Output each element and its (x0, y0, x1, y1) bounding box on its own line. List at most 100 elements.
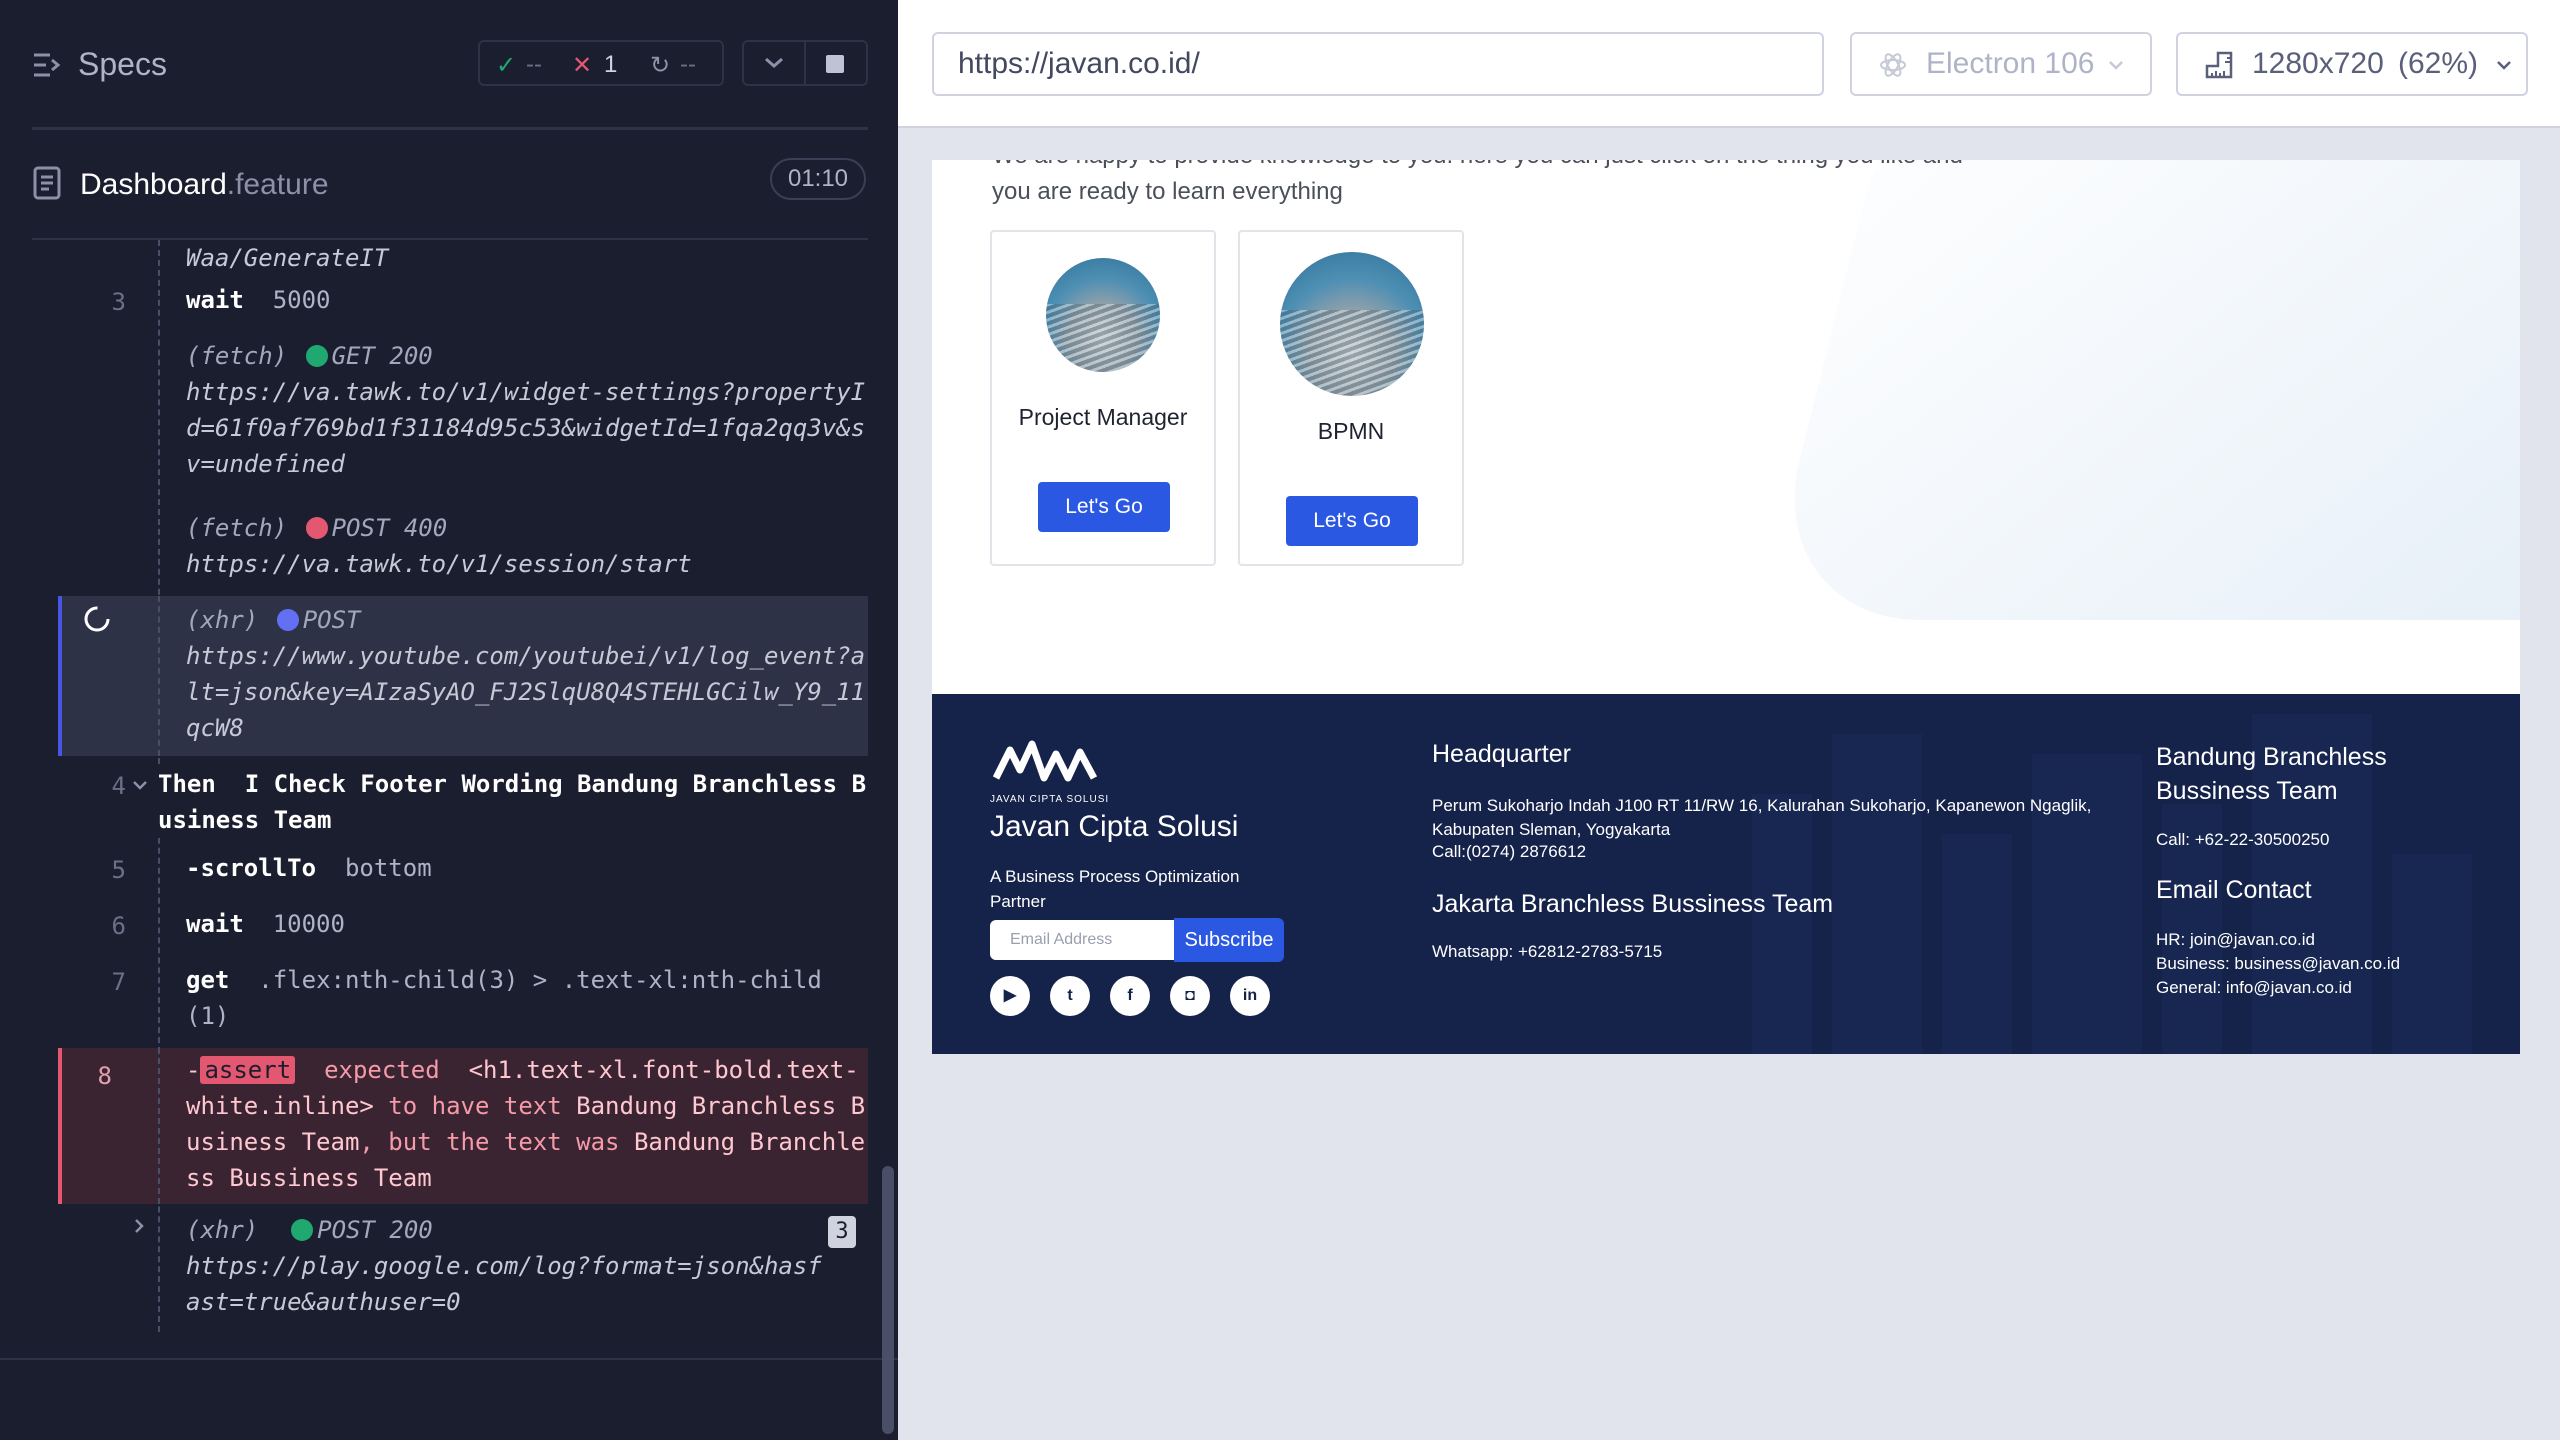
request-type: (xhr) (186, 1216, 259, 1244)
divider (0, 1358, 898, 1360)
course-card-bpmn[interactable]: BPMN Let's Go (1238, 230, 1464, 566)
request-url: https://www.youtube.com/youtubei/v1/log_… (186, 642, 866, 742)
aut-header: https://javan.co.id/ Electron 106 1280x7… (898, 0, 2560, 128)
course-card-project-manager[interactable]: Project Manager Let's Go (990, 230, 1216, 566)
hq-address: Perum Sukoharjo Indah J100 RT 11/RW 16, … (1432, 796, 2092, 839)
reporter-panel: Specs ✓ -- ✕ 1 ↻ -- Dashboard.feature 01… (0, 0, 898, 1440)
command-row-wait[interactable]: wait 10000 (186, 906, 345, 942)
command-row-wait[interactable]: wait 5000 (186, 282, 331, 318)
pending-count: -- (680, 51, 696, 78)
email-input[interactable]: Email Address (990, 920, 1174, 960)
site-footer: JAVAN CIPTA SOLUSI Javan Cipta Solusi A … (932, 694, 2520, 1054)
command-row-xhr-pending[interactable]: (xhr) POST https://www.youtube.com/youtub… (58, 596, 868, 756)
viewport-size: 1280x720 (2252, 47, 2384, 80)
browser-selector[interactable]: Electron 106 (1850, 32, 2152, 96)
command-number: 6 (111, 912, 126, 940)
command-dash: - (186, 1056, 201, 1084)
course-title: BPMN (1317, 418, 1385, 444)
footer-tagline: A Business Process Optimization Partner (990, 867, 1240, 911)
lets-go-button[interactable]: Let's Go (1038, 482, 1170, 532)
chevron-down-icon (2109, 61, 2123, 70)
command-row-fetch[interactable]: (fetch) GET 200 https://va.tawk.to/v1/wid… (186, 338, 866, 482)
failed-icon: ✕ (572, 52, 593, 79)
command-log-scrollbar[interactable] (882, 1166, 894, 1434)
skyline-decoration (1832, 734, 1922, 1054)
javan-logo[interactable] (990, 738, 1100, 794)
command-indent-line (158, 596, 160, 756)
command-number: 4 (111, 772, 126, 800)
request-count-badge: 3 (828, 1216, 856, 1248)
logo-caption: JAVAN CIPTA SOLUSI (990, 794, 1110, 805)
linkedin-icon[interactable]: in (1230, 976, 1270, 1016)
twitter-icon[interactable]: t (1050, 976, 1090, 1016)
request-url: https://va.tawk.to/v1/widget-settings?pr… (186, 378, 866, 478)
browser-label: Electron 106 (1926, 47, 2095, 80)
skyline-decoration (2392, 854, 2472, 1054)
jakarta-whatsapp: Whatsapp: +62812-2783-5715 (1432, 942, 1663, 961)
request-type: (xhr) (186, 606, 259, 634)
command-arg: bottom (344, 854, 432, 882)
youtube-icon[interactable]: ▶ (990, 976, 1030, 1016)
request-type: (fetch) (186, 342, 288, 370)
step-row-then[interactable]: Then I Check Footer Wording Bandung Bran… (158, 766, 868, 838)
chevron-down-icon (765, 57, 783, 68)
email-contact-title: Email Contact (2156, 876, 2312, 904)
step-text: I Check Footer Wording Bandung Branchles… (158, 770, 867, 834)
command-number: 5 (111, 856, 126, 884)
request-url: https://va.tawk.to/v1/session/start (186, 550, 692, 578)
stop-button[interactable] (806, 40, 868, 86)
specs-header: Specs ✓ -- ✕ 1 ↻ -- (0, 0, 898, 128)
expand-collapse-button[interactable] (742, 40, 806, 86)
passed-icon: ✓ (496, 52, 517, 79)
command-number: 8 (97, 1062, 112, 1090)
footer-brand: Javan Cipta Solusi (990, 810, 1239, 843)
command-number: 7 (111, 968, 126, 996)
lets-go-button[interactable]: Let's Go (1286, 496, 1418, 546)
spec-file-extension: .feature (226, 168, 329, 201)
step-keyword: Then (158, 770, 216, 798)
viewport-selector[interactable]: 1280x720 (62%) (2176, 32, 2528, 96)
specs-list-icon[interactable] (32, 50, 62, 80)
passed-count: -- (526, 51, 542, 78)
instagram-icon[interactable]: ◘ (1170, 976, 1210, 1016)
request-type: (fetch) (186, 514, 288, 542)
spec-file-row: Dashboard.feature 01:10 (0, 130, 898, 238)
hq-phone: Call:(0274) 2876612 (1432, 842, 1587, 861)
request-method: POST (302, 606, 361, 634)
assert-badge: assert (200, 1056, 296, 1084)
loading-spinner-icon (84, 606, 110, 632)
status-dot-success (291, 1219, 314, 1241)
pending-icon: ↻ (650, 52, 671, 79)
request-method: POST 200 (317, 1216, 433, 1244)
command-row-xhr[interactable]: (xhr) POST 200 https://play.google.com/lo… (186, 1212, 826, 1320)
status-dot-error (305, 517, 328, 539)
hq-title: Headquarter (1432, 740, 1571, 768)
failed-count: 1 (604, 51, 618, 78)
command-row-fetch[interactable]: (fetch) POST 400 https://va.tawk.to/v1/se… (186, 510, 866, 582)
bandung-phone: Call: +62-22-30500250 (2156, 830, 2330, 849)
subscribe-button[interactable]: Subscribe (1174, 918, 1284, 962)
command-name: -scrollTo (186, 854, 317, 882)
spec-file-name[interactable]: Dashboard.feature (80, 168, 329, 202)
spec-file-basename: Dashboard (80, 168, 227, 201)
command-row-get[interactable]: get .flex:nth-child(3) > .text-xl:nth-ch… (186, 962, 826, 1034)
electron-icon (1880, 53, 1906, 77)
command-name: get (186, 966, 230, 994)
url-bar[interactable]: https://javan.co.id/ (932, 32, 1824, 96)
facebook-icon[interactable]: f (1110, 976, 1150, 1016)
command-arg: 10000 (272, 910, 345, 938)
command-arg: 5000 (272, 286, 331, 314)
chevron-down-icon (2497, 61, 2511, 70)
viewport-scale: (62%) (2398, 47, 2479, 80)
course-image (1280, 252, 1424, 396)
command-row-assert-failed[interactable]: 8 - assert expected <h1.text-xl.font-bold… (58, 1048, 868, 1204)
command-name: wait (186, 910, 244, 938)
specs-title[interactable]: Specs (78, 46, 167, 83)
chevron-right-icon[interactable] (134, 1218, 144, 1234)
assert-but: , but the text was (359, 1128, 620, 1156)
bandung-title: Bandung Branchless Bussiness Team (2156, 743, 2387, 805)
chevron-down-icon[interactable] (132, 780, 148, 790)
aut-panel: https://javan.co.id/ Electron 106 1280x7… (898, 0, 2560, 1440)
command-row-scrollto[interactable]: -scrollTo bottom (186, 850, 432, 886)
request-url: https://play.google.com/log?format=json&… (186, 1252, 822, 1316)
